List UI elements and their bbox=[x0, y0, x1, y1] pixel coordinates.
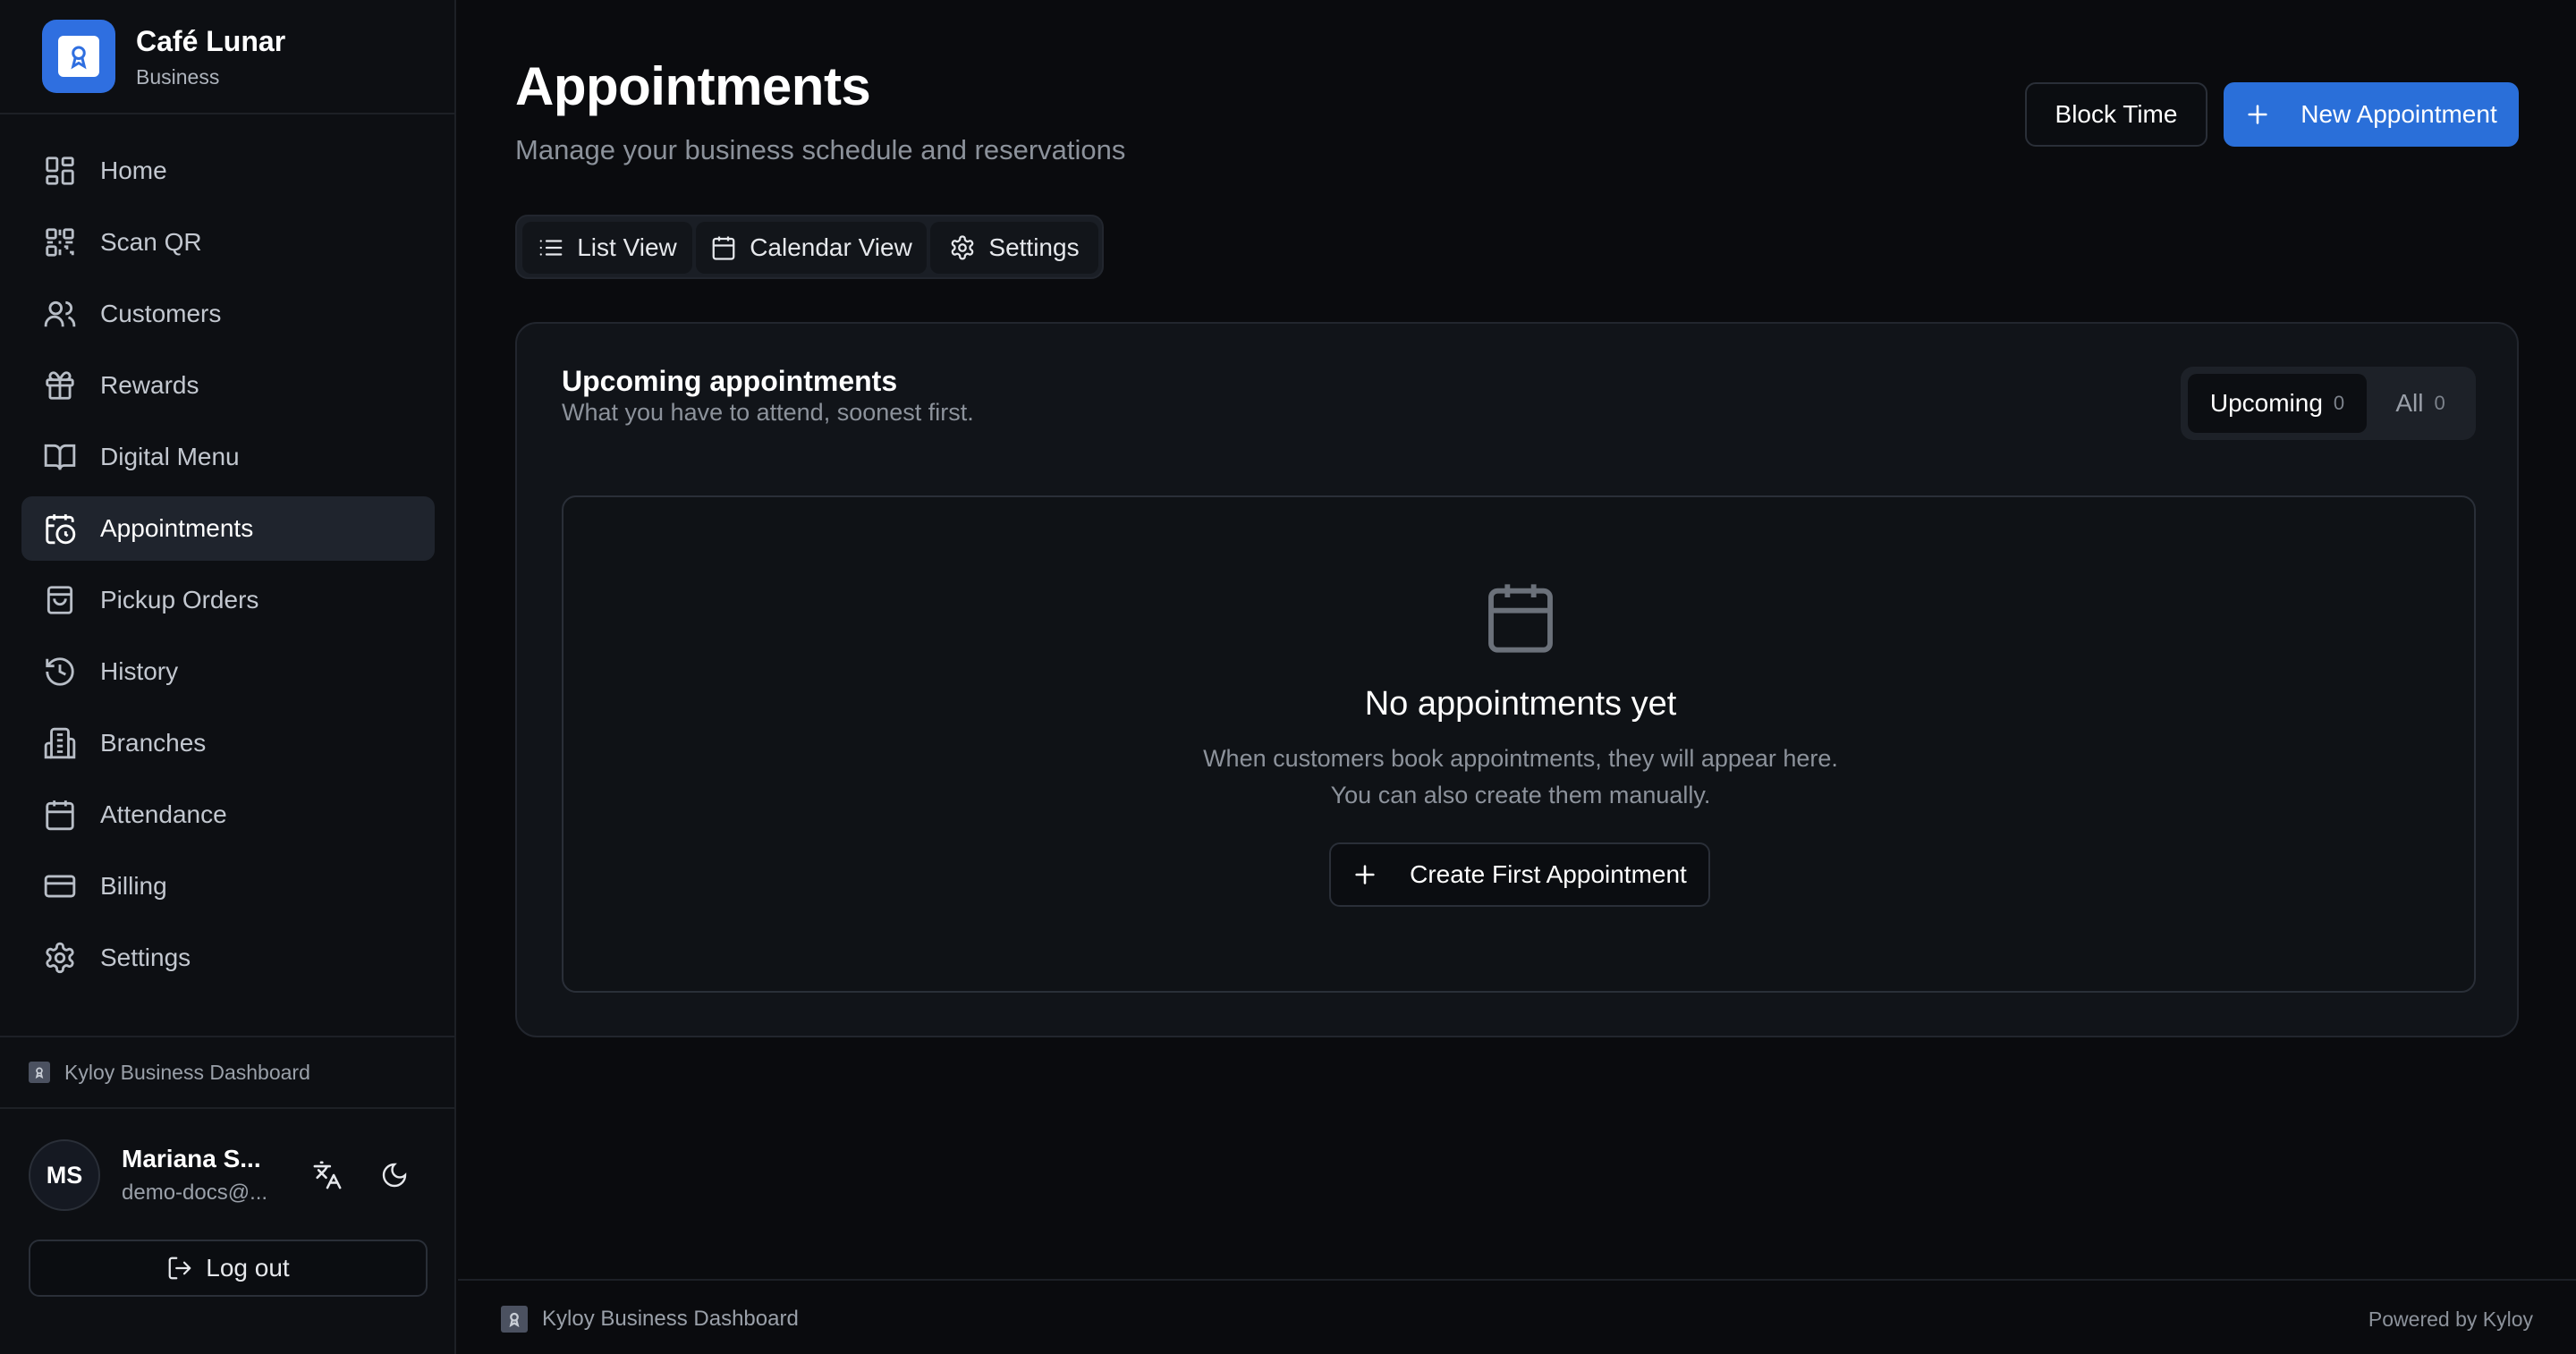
grid-icon bbox=[46, 157, 74, 185]
kyloy-logo-icon bbox=[29, 1062, 50, 1083]
logout-button[interactable]: Log out bbox=[29, 1240, 428, 1297]
brand-subtitle: Business bbox=[136, 65, 220, 89]
list-icon bbox=[539, 240, 563, 256]
plus-icon bbox=[1355, 865, 1375, 884]
calendar-icon bbox=[712, 236, 735, 260]
avatar[interactable]: MS bbox=[29, 1139, 100, 1211]
sidebar-item-settings[interactable]: Settings bbox=[21, 926, 435, 990]
tab-label: Settings bbox=[988, 233, 1080, 261]
page-footer: Kyloy Business Dashboard Powered by Kylo… bbox=[458, 1279, 2576, 1354]
sidebar-item-label: Pickup Orders bbox=[100, 586, 259, 614]
calendar-icon bbox=[46, 800, 74, 831]
brand: Café Lunar Business bbox=[0, 0, 456, 114]
sidebar-item-history[interactable]: History bbox=[21, 639, 435, 704]
calendar-clock-icon bbox=[46, 514, 76, 545]
empty-state-text: When customers book appointments, they w… bbox=[564, 740, 2478, 814]
gear-icon bbox=[952, 235, 974, 260]
new-appointment-button[interactable]: New Appointment bbox=[2224, 82, 2519, 147]
user-email: demo-docs@... bbox=[122, 1181, 268, 1205]
calendar-icon bbox=[1488, 584, 1553, 653]
gear-icon bbox=[46, 942, 74, 974]
gift-icon bbox=[46, 371, 74, 400]
brand-logo bbox=[42, 20, 115, 93]
sidebar-item-appointments[interactable]: Appointments bbox=[21, 496, 435, 561]
filter-count: 0 bbox=[2333, 392, 2345, 414]
filter-upcoming[interactable]: Upcoming 0 bbox=[2188, 374, 2367, 433]
tab-label: Calendar View bbox=[750, 233, 912, 261]
users-icon bbox=[44, 300, 76, 327]
sidebar-item-label: Scan QR bbox=[100, 228, 202, 256]
create-first-appointment-label: Create First Appointment bbox=[1410, 860, 1687, 888]
sidebar-item-label: Appointments bbox=[100, 514, 254, 542]
sidebar-footer: Kyloy Business Dashboard bbox=[0, 1036, 456, 1109]
tab-label: List View bbox=[577, 233, 677, 261]
sidebar-item-label: Branches bbox=[100, 729, 207, 757]
sidebar-item-label: Customers bbox=[100, 300, 222, 327]
upcoming-appointments-card: Upcoming appointments What you have to a… bbox=[515, 322, 2519, 1037]
credit-card-icon bbox=[44, 875, 76, 898]
sidebar-item-label: History bbox=[100, 657, 179, 685]
sidebar-item-label: Home bbox=[100, 157, 167, 184]
moon-icon bbox=[382, 1163, 407, 1188]
page-title: Appointments bbox=[515, 56, 871, 116]
sidebar-nav: Home Scan QR Customers Rewards Digital M… bbox=[21, 139, 435, 997]
empty-state: No appointments yet When customers book … bbox=[562, 495, 2476, 993]
tab-settings[interactable]: Settings bbox=[930, 222, 1098, 274]
card-title: Upcoming appointments bbox=[562, 365, 898, 397]
sidebar-footer-label: Kyloy Business Dashboard bbox=[64, 1060, 310, 1084]
appointment-filter: Upcoming 0 All 0 bbox=[2181, 367, 2476, 440]
sidebar-item-billing[interactable]: Billing bbox=[21, 854, 435, 918]
filter-all[interactable]: All 0 bbox=[2372, 374, 2469, 433]
theme-toggle-button[interactable] bbox=[375, 1155, 414, 1195]
translate-icon bbox=[313, 1161, 342, 1189]
powered-by: Powered by Kyloy bbox=[2368, 1307, 2533, 1331]
sidebar-item-home[interactable]: Home bbox=[21, 139, 435, 203]
translate-button[interactable] bbox=[308, 1155, 347, 1195]
plus-icon bbox=[2248, 105, 2267, 124]
sidebar-item-digital-menu[interactable]: Digital Menu bbox=[21, 425, 435, 489]
logout-label: Log out bbox=[206, 1254, 290, 1282]
view-tabs: List View Calendar View Settings bbox=[515, 215, 1104, 279]
sidebar-item-scan-qr[interactable]: Scan QR bbox=[21, 210, 435, 275]
sidebar-item-label: Settings bbox=[100, 944, 191, 971]
filter-label: Upcoming bbox=[2209, 389, 2323, 417]
sidebar-item-attendance[interactable]: Attendance bbox=[21, 783, 435, 847]
qr-code-icon bbox=[46, 228, 74, 257]
create-first-appointment-button[interactable]: Create First Appointment bbox=[1329, 842, 1710, 907]
empty-state-title: No appointments yet bbox=[1364, 685, 1677, 723]
sidebar-item-label: Attendance bbox=[100, 800, 227, 828]
filter-count: 0 bbox=[2434, 392, 2445, 414]
tab-list-view[interactable]: List View bbox=[522, 222, 692, 274]
sidebar-item-label: Rewards bbox=[100, 371, 199, 399]
footer-left-label: Kyloy Business Dashboard bbox=[542, 1307, 799, 1331]
new-appointment-label: New Appointment bbox=[2301, 100, 2497, 128]
tab-calendar-view[interactable]: Calendar View bbox=[696, 222, 927, 274]
building-icon bbox=[44, 727, 76, 759]
kyloy-logo-icon bbox=[501, 1306, 528, 1333]
history-icon bbox=[46, 657, 74, 686]
block-time-button[interactable]: Block Time bbox=[2025, 82, 2207, 147]
shopping-bag-icon bbox=[47, 586, 73, 614]
sidebar-item-branches[interactable]: Branches bbox=[21, 711, 435, 775]
card-subtitle: What you have to attend, soonest first. bbox=[562, 399, 974, 426]
empty-state-line: When customers book appointments, they w… bbox=[1203, 745, 1838, 772]
sidebar-item-customers[interactable]: Customers bbox=[21, 282, 435, 346]
filter-label: All bbox=[2395, 389, 2424, 417]
sidebar-item-label: Billing bbox=[100, 872, 167, 900]
sidebar: Café Lunar Business Home Scan QR Custome… bbox=[0, 0, 456, 1354]
empty-state-line: You can also create them manually. bbox=[1330, 782, 1711, 808]
log-out-icon bbox=[168, 1257, 191, 1280]
sidebar-item-pickup-orders[interactable]: Pickup Orders bbox=[21, 568, 435, 632]
user-panel: MS Mariana S... demo-docs@... bbox=[0, 1109, 456, 1234]
page-subtitle: Manage your business schedule and reserv… bbox=[515, 134, 1126, 165]
sidebar-item-label: Digital Menu bbox=[100, 443, 240, 470]
brand-name: Café Lunar bbox=[136, 25, 286, 57]
sidebar-item-rewards[interactable]: Rewards bbox=[21, 353, 435, 418]
book-open-icon bbox=[44, 444, 76, 470]
footer-brand: Kyloy Business Dashboard bbox=[501, 1306, 799, 1333]
user-name: Mariana S... bbox=[122, 1145, 261, 1172]
